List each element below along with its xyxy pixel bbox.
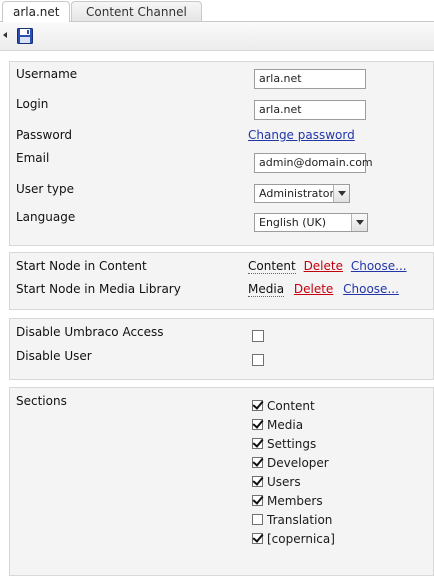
disable-umbraco-label: Disable Umbraco Access (16, 325, 164, 339)
start-node-content-label: Start Node in Content (16, 259, 147, 273)
section-item[interactable]: Translation (252, 513, 332, 531)
username-row: Username arla.net (16, 67, 433, 89)
section-content-label: Content (267, 399, 315, 413)
section-translation-checkbox[interactable] (252, 514, 263, 525)
sections-pane: Sections Content Media Settings Develope… (9, 387, 434, 576)
user-properties-pane: Username arla.net Login arla.net Passwor… (9, 61, 434, 246)
section-item[interactable]: Settings (252, 437, 316, 455)
section-users-checkbox[interactable] (252, 476, 263, 487)
disable-user-checkbox[interactable] (252, 354, 264, 366)
section-copernica-checkbox[interactable] (252, 533, 263, 544)
section-members-label: Members (267, 494, 323, 508)
username-label: Username (16, 67, 78, 81)
section-media-label: Media (267, 418, 304, 432)
disable-user-row: Disable User (16, 349, 433, 369)
section-settings-label: Settings (267, 437, 317, 451)
tab-content-channel[interactable]: Content Channel (71, 1, 202, 21)
change-password-link[interactable]: Change password (248, 128, 355, 142)
section-users-label: Users (267, 475, 301, 489)
login-label: Login (16, 97, 49, 111)
language-value: English (UK) (259, 216, 327, 229)
section-copernica-label: [copernica] (267, 532, 335, 546)
delete-media-node-link[interactable]: Delete (294, 282, 333, 296)
start-node-media-value: Media (248, 282, 285, 297)
tab-strip: arla.net Content Channel (0, 0, 434, 22)
user-type-row: User type Administrator (16, 182, 433, 203)
start-node-content-value: Content (248, 259, 296, 274)
tab-user[interactable]: arla.net (2, 1, 71, 22)
section-developer-checkbox[interactable] (252, 457, 263, 468)
section-item[interactable]: Members (252, 494, 323, 512)
language-row: Language English (UK) (16, 210, 433, 232)
user-type-value: Administrator (259, 187, 334, 200)
user-type-label: User type (16, 182, 74, 196)
access-pane: Disable Umbraco Access Disable User (9, 318, 434, 380)
password-row: Password Change password (16, 128, 433, 148)
start-node-media-label: Start Node in Media Library (16, 282, 181, 296)
email-input[interactable]: admin@domain.com (254, 153, 373, 173)
section-item[interactable]: Users (252, 475, 301, 493)
toolbar (0, 22, 434, 51)
delete-content-node-link[interactable]: Delete (304, 259, 343, 273)
section-translation-label: Translation (267, 513, 333, 527)
chevron-down-icon[interactable] (333, 185, 349, 202)
username-input[interactable]: arla.net (254, 69, 366, 89)
section-item[interactable]: Media (252, 418, 303, 436)
start-node-media-row: Start Node in Media Library Media Delete… (16, 282, 433, 302)
start-nodes-pane: Start Node in Content Content Delete Cho… (9, 252, 434, 310)
start-node-content-controls: Content Delete Choose... (248, 259, 407, 274)
section-content-checkbox[interactable] (252, 400, 263, 411)
section-developer-label: Developer (267, 456, 329, 470)
section-item[interactable]: [copernica] (252, 532, 335, 550)
section-item[interactable]: Content (252, 399, 315, 417)
password-label: Password (16, 128, 73, 142)
section-members-checkbox[interactable] (252, 495, 263, 506)
choose-media-node-link[interactable]: Choose... (343, 282, 399, 296)
language-select[interactable]: English (UK) (254, 213, 368, 232)
user-type-select[interactable]: Administrator (254, 184, 350, 203)
save-disk-icon[interactable] (17, 28, 33, 44)
login-row: Login arla.net (16, 97, 433, 120)
language-label: Language (16, 210, 76, 224)
collapse-arrow-icon[interactable] (3, 32, 7, 38)
login-input[interactable]: arla.net (254, 100, 366, 120)
email-row: Email admin@domain.com (16, 151, 433, 173)
section-media-checkbox[interactable] (252, 419, 263, 430)
disable-umbraco-row: Disable Umbraco Access (16, 325, 433, 345)
disable-user-label: Disable User (16, 349, 92, 363)
chevron-down-icon[interactable] (351, 214, 367, 231)
section-settings-checkbox[interactable] (252, 438, 263, 449)
start-node-media-controls: Media Delete Choose... (248, 282, 399, 297)
choose-content-node-link[interactable]: Choose... (351, 259, 407, 273)
sections-label: Sections (16, 394, 67, 408)
disable-umbraco-checkbox[interactable] (252, 330, 264, 342)
section-item[interactable]: Developer (252, 456, 329, 474)
email-label: Email (16, 151, 50, 165)
start-node-content-row: Start Node in Content Content Delete Cho… (16, 259, 433, 279)
